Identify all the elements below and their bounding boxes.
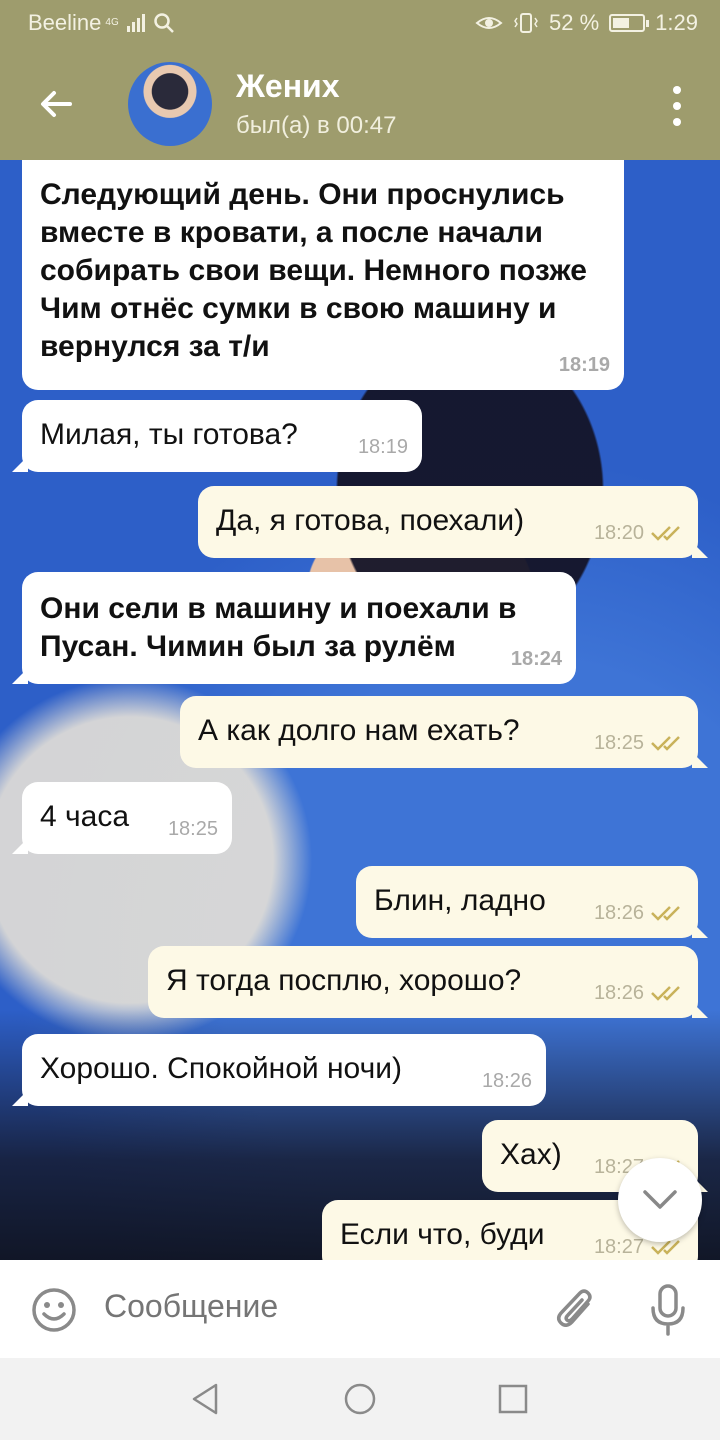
message-input[interactable] <box>104 1288 524 1325</box>
message-meta: 18:25 <box>594 724 684 762</box>
chat-area[interactable]: Следующий день. Они проснулись вместе в … <box>0 160 720 1260</box>
message-time: 18:19 <box>558 354 610 376</box>
search-icon <box>153 13 174 33</box>
message-outgoing[interactable]: А как долго нам ехать? 18:25 <box>180 696 708 768</box>
message-time: 18:26 <box>593 902 644 924</box>
message-text: Они сели в машину и поехали в Пусан. Чим… <box>40 592 517 663</box>
message-incoming[interactable]: Хорошо. Спокойной ночи) 18:26 <box>12 1034 546 1106</box>
message-time: 18:20 <box>593 522 644 544</box>
message-text: Блин, ладно <box>374 884 546 917</box>
nav-recents-icon[interactable] <box>496 1382 530 1416</box>
chat-header: Жених был(а) в 00:47 <box>0 48 720 160</box>
message-incoming[interactable]: Милая, ты готова? 18:19 <box>12 400 422 472</box>
eye-icon <box>475 17 503 29</box>
nav-back-icon[interactable] <box>188 1382 222 1416</box>
chevron-down-icon <box>643 1190 677 1209</box>
double-check-icon <box>651 906 680 921</box>
message-time: 18:25 <box>167 818 218 840</box>
nav-home-icon[interactable] <box>343 1382 377 1416</box>
message-text: 4 часа <box>40 800 130 833</box>
message-incoming[interactable]: Следующий день. Они проснулись вместе в … <box>22 160 624 390</box>
network-type: 4G <box>105 17 119 28</box>
message-time: 18:24 <box>510 648 562 670</box>
status-bar: Beeline 4G 52 % 1:29 <box>0 0 720 48</box>
paperclip-icon[interactable] <box>552 1284 600 1336</box>
message-text: Я тогда посплю, хорошо? <box>166 964 522 997</box>
message-incoming[interactable]: Они сели в машину и поехали в Пусан. Чим… <box>12 572 576 684</box>
message-text: Если что, буди <box>340 1218 545 1251</box>
status-left: Beeline 4G <box>28 10 175 36</box>
message-time: 18:26 <box>593 982 644 1004</box>
message-incoming[interactable]: 4 часа 18:25 <box>12 782 232 854</box>
contact-name[interactable]: Жених <box>236 68 340 105</box>
message-meta: 18:26 <box>594 894 684 932</box>
double-check-icon <box>651 526 680 541</box>
carrier-name: Beeline <box>28 10 102 35</box>
arrow-left-icon[interactable] <box>32 80 80 128</box>
message-meta: 18:26 <box>482 1062 532 1100</box>
message-text: Хах) <box>500 1138 562 1171</box>
message-time: 18:25 <box>593 732 644 754</box>
message-text: А как долго нам ехать? <box>198 714 520 747</box>
double-check-icon <box>651 736 680 751</box>
signal-icon <box>126 14 145 32</box>
smiley-icon[interactable] <box>30 1286 78 1334</box>
message-meta: 18:26 <box>594 974 684 1012</box>
message-text: Да, я готова, поехали) <box>216 504 525 537</box>
status-right: 52 % 1:29 <box>475 10 698 36</box>
vibrate-icon <box>514 13 538 33</box>
message-meta: 18:19 <box>559 346 610 384</box>
message-meta: 18:25 <box>168 810 218 848</box>
message-text: Хорошо. Спокойной ночи) <box>40 1052 402 1085</box>
message-outgoing[interactable]: Блин, ладно 18:26 <box>356 866 708 938</box>
message-text: Следующий день. Они проснулись вместе в … <box>40 178 587 363</box>
avatar[interactable] <box>128 62 212 146</box>
message-meta: 18:20 <box>594 514 684 552</box>
scroll-down-button[interactable] <box>618 1158 702 1242</box>
system-nav-bar <box>0 1358 720 1440</box>
double-check-icon <box>651 986 680 1001</box>
clock: 1:29 <box>655 10 698 35</box>
battery-percent: 52 % <box>549 10 600 35</box>
message-meta: 18:24 <box>511 640 562 678</box>
message-time: 18:26 <box>481 1070 532 1092</box>
battery-icon <box>609 14 650 32</box>
message-meta: 18:19 <box>358 428 408 466</box>
message-outgoing[interactable]: Я тогда посплю, хорошо? 18:26 <box>148 946 708 1018</box>
last-seen-status: был(а) в 00:47 <box>236 112 397 139</box>
microphone-icon[interactable] <box>648 1282 688 1338</box>
message-outgoing[interactable]: Да, я готова, поехали) 18:20 <box>198 486 708 558</box>
kebab-menu-icon[interactable] <box>670 86 684 126</box>
message-time: 18:19 <box>357 436 408 458</box>
message-composer <box>0 1260 720 1358</box>
message-text: Милая, ты готова? <box>40 418 298 451</box>
